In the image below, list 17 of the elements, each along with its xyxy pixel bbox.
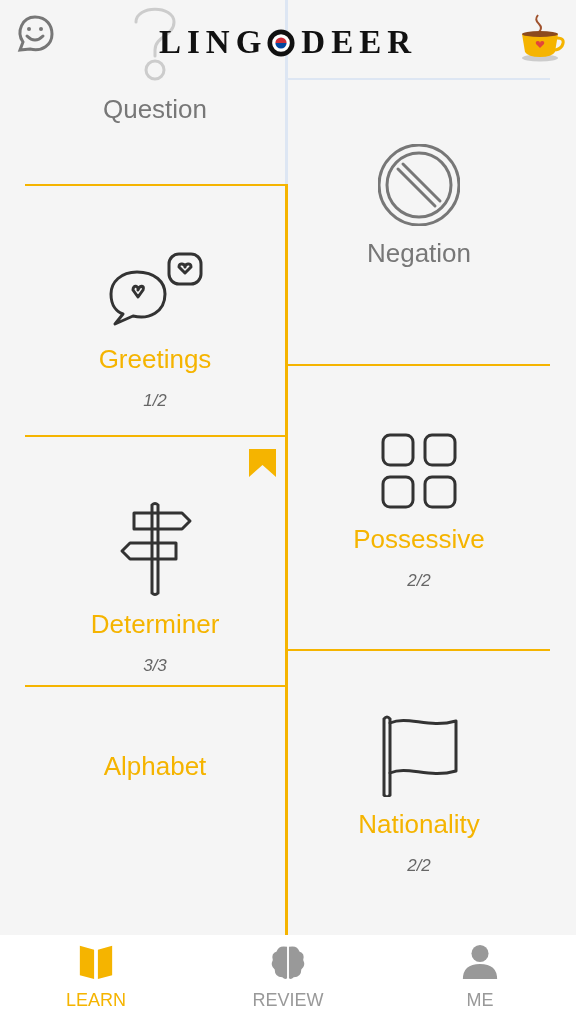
book-icon <box>77 943 115 981</box>
lesson-title[interactable]: Alphabet <box>103 750 207 781</box>
lesson-title[interactable]: Nationality <box>358 809 480 840</box>
prohibited-icon <box>378 144 460 226</box>
lesson-title[interactable]: Possessive <box>353 523 485 554</box>
brain-icon <box>269 943 307 981</box>
lesson-title[interactable]: Determiner <box>90 608 220 639</box>
logo-text: DEER <box>301 26 417 59</box>
logo-text: LING <box>158 26 268 59</box>
lesson-title[interactable]: Greetings <box>98 344 212 375</box>
person-icon <box>461 943 499 981</box>
flag-ring-icon <box>267 28 296 57</box>
lesson-title[interactable]: Negation <box>366 238 472 268</box>
nav-tab[interactable]: LEARN <box>0 935 192 1024</box>
nav-tab[interactable]: REVIEW <box>192 935 384 1024</box>
nav-tab[interactable]: ME <box>384 935 576 1024</box>
lesson-title[interactable]: Question <box>102 94 208 124</box>
